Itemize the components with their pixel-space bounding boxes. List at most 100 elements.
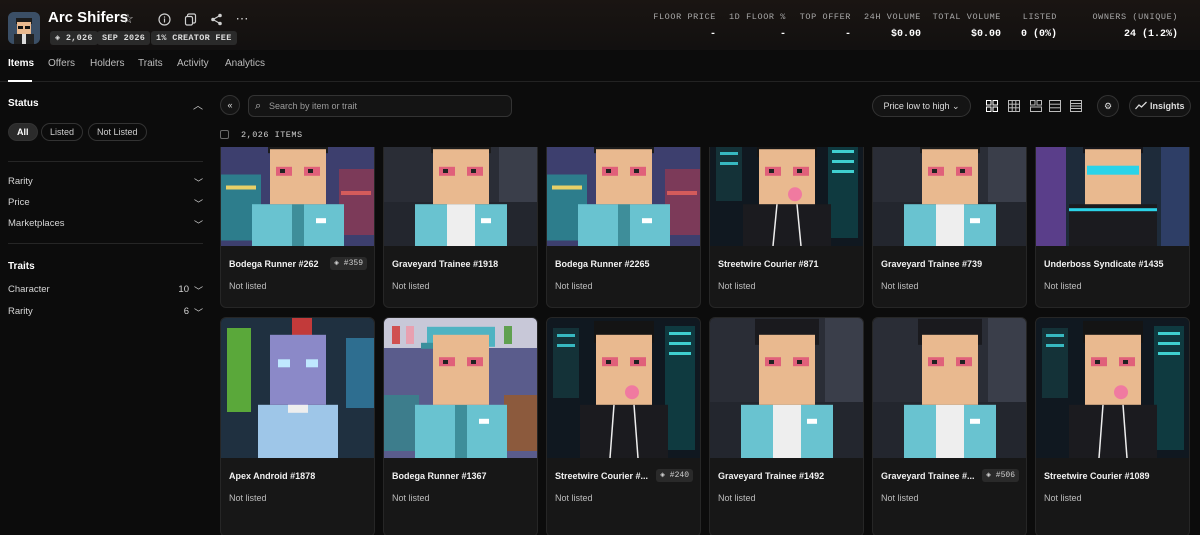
copy-icon[interactable]: [181, 10, 199, 28]
chevron-down-icon: ⌄: [952, 100, 960, 111]
trait-character[interactable]: Character 10 ﹀: [8, 284, 203, 296]
tab-holders[interactable]: Holders: [90, 58, 124, 69]
stat-top-offer: TOP OFFER -: [799, 12, 851, 40]
listing-status: Not listed: [229, 493, 267, 503]
nft-name[interactable]: Graveyard Trainee #...: [881, 471, 975, 481]
nft-image[interactable]: [873, 147, 1026, 246]
nft-card[interactable]: Apex Android #1878 Not listed: [220, 317, 375, 535]
nft-name[interactable]: Bodega Runner #1367: [392, 471, 487, 481]
nft-name[interactable]: Bodega Runner #262: [229, 259, 319, 269]
nft-image[interactable]: [873, 318, 1026, 458]
tab-activity[interactable]: Activity: [177, 58, 209, 69]
listing-status: Not listed: [555, 281, 593, 291]
chevron-down-icon: ﹀: [193, 308, 203, 318]
tab-offers[interactable]: Offers: [48, 58, 75, 69]
status-pill-listed[interactable]: Listed: [41, 123, 84, 141]
nft-name[interactable]: Bodega Runner #2265: [555, 259, 650, 269]
filter-marketplaces[interactable]: Marketplaces ﹀: [8, 218, 203, 230]
settings-button[interactable]: ⚙: [1097, 95, 1119, 117]
nft-card[interactable]: Graveyard Trainee #739 Not listed: [872, 147, 1027, 308]
nft-image[interactable]: [1036, 147, 1189, 246]
nft-card[interactable]: Underboss Syndicate #1435 Not listed: [1035, 147, 1190, 308]
listing-status: Not listed: [1044, 281, 1082, 291]
chevron-down-icon: ﹀: [193, 199, 203, 209]
nft-image[interactable]: [547, 147, 700, 246]
star-icon[interactable]: ☆: [119, 10, 137, 28]
collection-avatar: [8, 12, 40, 44]
nft-card[interactable]: Graveyard Trainee #1918 Not listed: [383, 147, 538, 308]
filter-sidebar: Status ︿ All Listed Not Listed Rarity ﹀ P…: [0, 83, 210, 535]
collection-title: Arc Shifers: [48, 9, 129, 26]
stat-total-volume: TOTAL VOLUME $0.00: [932, 12, 1001, 40]
status-heading: Status: [8, 98, 39, 109]
rarity-rank-badge: ◈ #359: [330, 257, 367, 270]
nft-image[interactable]: [221, 147, 374, 246]
view-large-grid-icon[interactable]: [983, 97, 1001, 115]
nft-name[interactable]: Streetwire Courier #1089: [1044, 471, 1150, 481]
status-pill-all[interactable]: All: [8, 123, 38, 141]
nft-card[interactable]: Bodega Runner #262 ◈ #359 Not listed: [220, 147, 375, 308]
nft-card[interactable]: Bodega Runner #1367 Not listed: [383, 317, 538, 535]
nft-image[interactable]: [384, 147, 537, 246]
nft-name[interactable]: Underboss Syndicate #1435: [1044, 259, 1164, 269]
sort-dropdown[interactable]: Price low to high ⌄: [872, 95, 971, 117]
nft-name[interactable]: Graveyard Trainee #739: [881, 259, 982, 269]
nft-name[interactable]: Graveyard Trainee #1918: [392, 259, 498, 269]
tab-traits[interactable]: Traits: [138, 58, 163, 69]
view-compact-icon[interactable]: [1027, 97, 1045, 115]
listing-status: Not listed: [1044, 493, 1082, 503]
search-icon: ⌕: [255, 100, 262, 112]
tab-analytics[interactable]: Analytics: [225, 58, 265, 69]
view-list-icon[interactable]: [1046, 97, 1064, 115]
filter-rarity[interactable]: Rarity ﹀: [8, 176, 203, 188]
nft-card[interactable]: Bodega Runner #2265 Not listed: [546, 147, 701, 308]
items-count: 2,026 ITEMS: [241, 130, 303, 140]
stat-listed: LISTED 0 (0%): [1020, 12, 1057, 40]
stat-1d-floor: 1D FLOOR % -: [728, 12, 786, 40]
status-pill-not-listed[interactable]: Not Listed: [88, 123, 147, 141]
rarity-rank-badge: ◈ #240: [656, 469, 693, 482]
tab-items[interactable]: Items: [8, 58, 34, 69]
listing-status: Not listed: [392, 281, 430, 291]
trait-rarity[interactable]: Rarity 6 ﹀: [8, 306, 203, 318]
listing-status: Not listed: [881, 281, 919, 291]
nft-image[interactable]: [221, 318, 374, 458]
nft-card[interactable]: Streetwire Courier #... ◈ #240 Not listed: [546, 317, 701, 535]
nft-image[interactable]: [547, 318, 700, 459]
collapse-sidebar-button[interactable]: «: [220, 95, 240, 115]
nft-card[interactable]: Graveyard Trainee #... ◈ #506 Not listed: [872, 317, 1027, 535]
nft-image[interactable]: [1036, 318, 1189, 459]
stat-floor-price: FLOOR PRICE -: [653, 12, 716, 40]
search-box[interactable]: ⌕: [248, 95, 512, 117]
share-icon[interactable]: [207, 10, 225, 28]
nft-image[interactable]: [710, 147, 863, 247]
nft-name[interactable]: Graveyard Trainee #1492: [718, 471, 824, 481]
rarity-rank-badge: ◈ #506: [982, 469, 1019, 482]
nft-card[interactable]: Streetwire Courier #1089 Not listed: [1035, 317, 1190, 535]
nft-name[interactable]: Streetwire Courier #871: [718, 259, 819, 269]
nft-image[interactable]: [384, 318, 537, 458]
listing-status: Not listed: [229, 281, 267, 291]
nft-card[interactable]: Graveyard Trainee #1492 Not listed: [709, 317, 864, 535]
nft-name[interactable]: Streetwire Courier #...: [555, 471, 648, 481]
nft-image[interactable]: [710, 318, 863, 458]
view-table-icon[interactable]: [1067, 97, 1085, 115]
gear-icon: ⚙: [1103, 100, 1113, 111]
nft-card[interactable]: Streetwire Courier #871 Not listed: [709, 147, 864, 308]
active-tab-indicator: [8, 80, 32, 82]
traits-heading: Traits: [8, 261, 35, 272]
divider: [8, 243, 203, 244]
more-icon[interactable]: ⋯: [233, 10, 251, 28]
supply-chip: ◈ 2,026: [50, 31, 98, 45]
insights-button[interactable]: Insights: [1129, 95, 1191, 117]
date-chip: SEP 2026: [97, 31, 151, 45]
info-icon[interactable]: [155, 10, 173, 28]
view-small-grid-icon[interactable]: [1005, 97, 1023, 115]
collection-header: Arc Shifers ☆ ⋯ ◈ 2,026 SEP 2026 1% CREA…: [0, 0, 1200, 50]
search-input[interactable]: [269, 99, 504, 113]
chevron-down-icon: ﹀: [193, 286, 203, 296]
select-all-checkbox[interactable]: [220, 130, 229, 139]
nft-name[interactable]: Apex Android #1878: [229, 471, 315, 481]
chevron-up-icon[interactable]: ︿: [189, 95, 207, 113]
filter-price[interactable]: Price ﹀: [8, 197, 203, 209]
